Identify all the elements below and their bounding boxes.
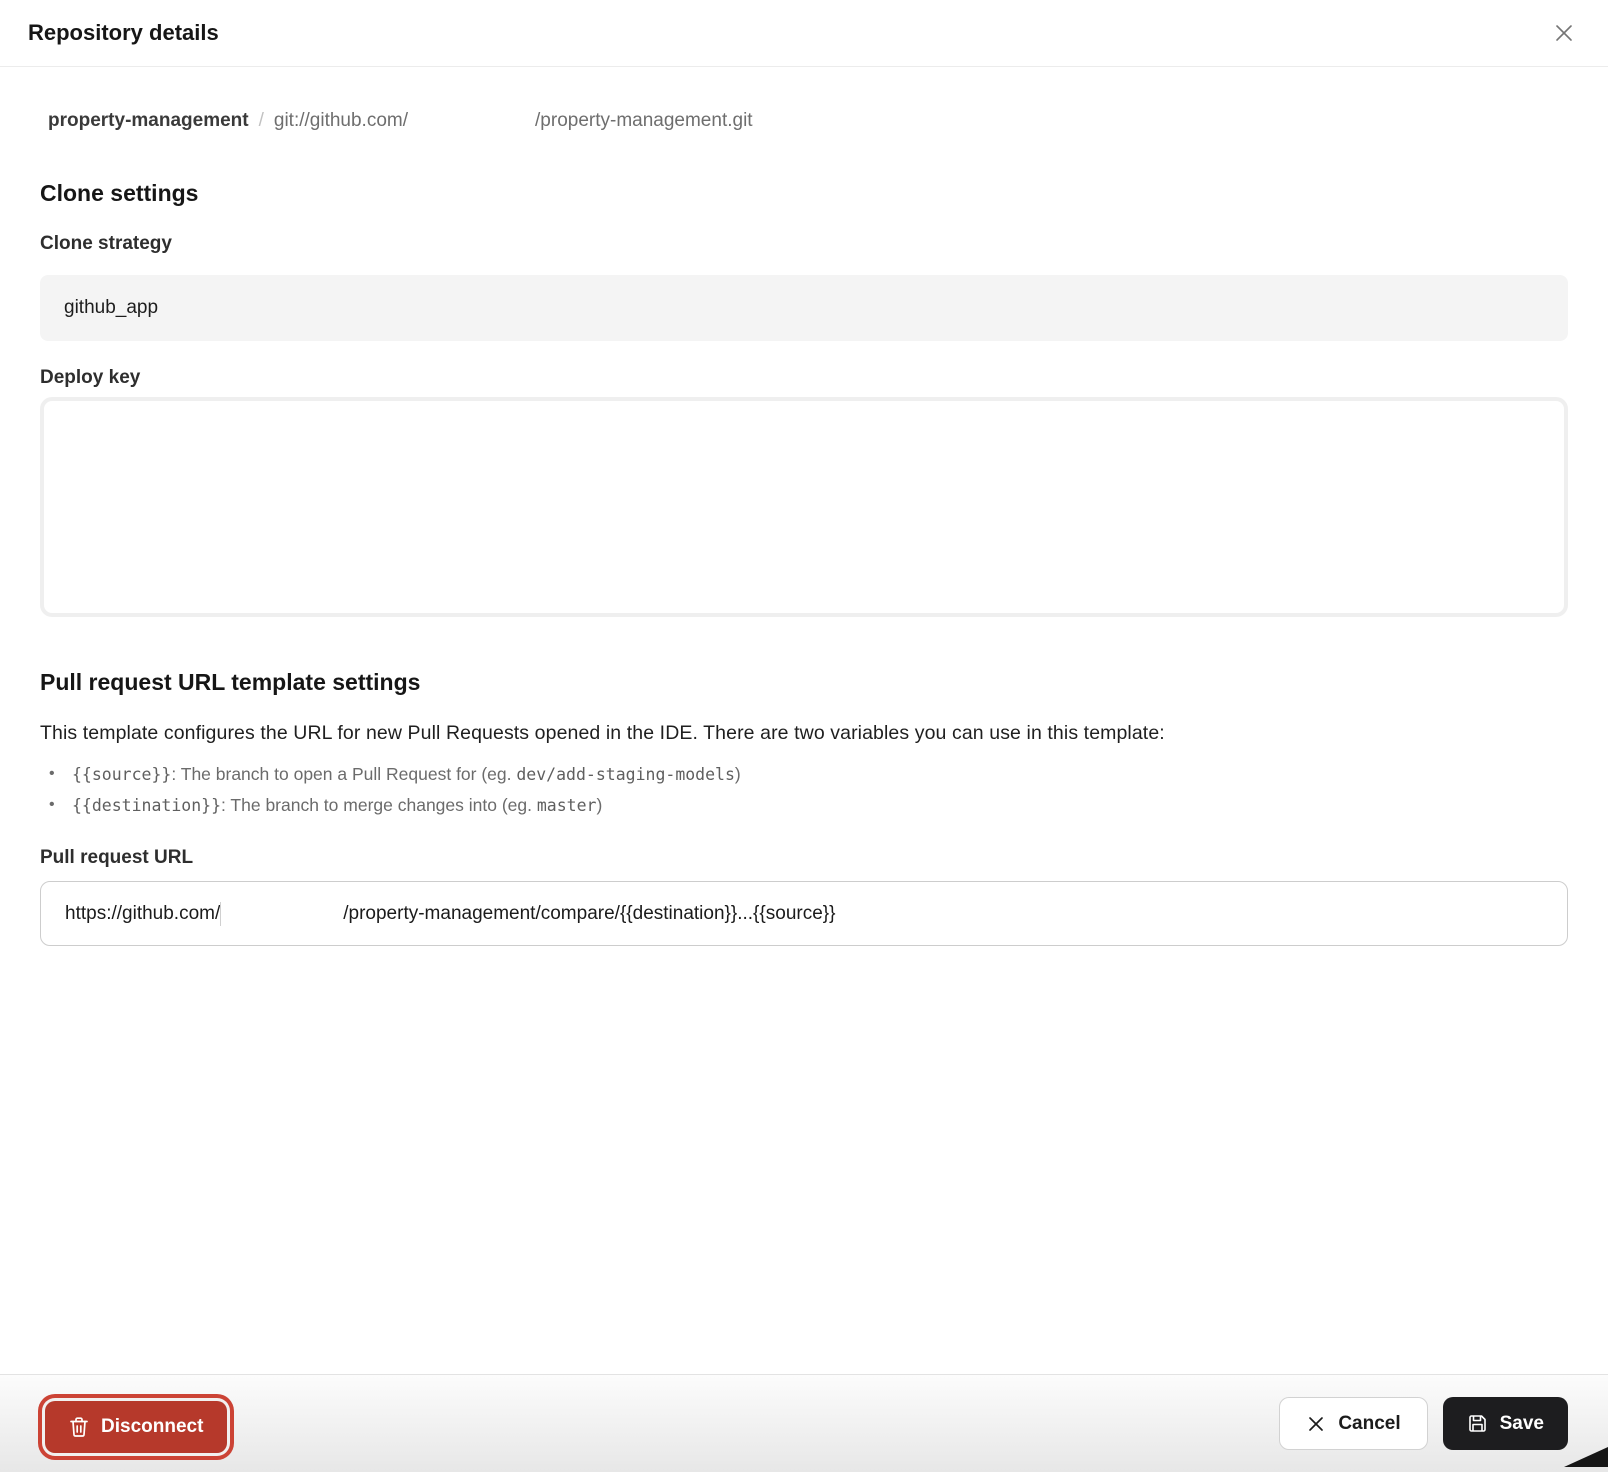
trash-icon — [69, 1416, 89, 1438]
variable-text: : The branch to open a Pull Request for … — [171, 764, 516, 784]
page-title: Repository details — [28, 20, 219, 46]
cancel-button[interactable]: Cancel — [1279, 1397, 1427, 1450]
url-value-suffix: /property-management/compare/{{destinati… — [343, 903, 835, 925]
repo-url-prefix: git://github.com/ — [274, 110, 408, 132]
variable-text: : The branch to merge changes into (eg. — [221, 795, 537, 815]
breadcrumb: property-management / git://github.com/ … — [40, 107, 1568, 132]
list-item: {{source}}: The branch to open a Pull Re… — [40, 759, 1568, 790]
variable-code: {{source}} — [72, 765, 171, 784]
pr-template-heading: Pull request URL template settings — [40, 669, 1568, 696]
disconnect-button[interactable]: Disconnect — [45, 1401, 227, 1453]
url-value-prefix: https://github.com/ — [65, 903, 220, 925]
redacted-org-name — [221, 904, 343, 923]
save-button[interactable]: Save — [1443, 1397, 1568, 1450]
pr-template-variables-list: {{source}}: The branch to open a Pull Re… — [40, 759, 1568, 821]
variable-code: {{destination}} — [72, 796, 221, 815]
breadcrumb-separator: / — [249, 110, 274, 132]
cancel-x-icon — [1306, 1414, 1326, 1434]
disconnect-label: Disconnect — [101, 1416, 203, 1438]
variable-text-end: ) — [596, 795, 602, 815]
dialog-header: Repository details — [0, 0, 1608, 67]
cancel-label: Cancel — [1338, 1413, 1400, 1435]
clone-strategy-field: github_app — [40, 275, 1568, 341]
repo-name: property-management — [48, 110, 249, 132]
repository-details-dialog: Repository details property-management /… — [0, 0, 1608, 946]
save-label: Save — [1500, 1413, 1544, 1435]
variable-example-code: master — [537, 796, 597, 815]
clone-strategy-label: Clone strategy — [40, 233, 1568, 255]
pull-request-url-input[interactable]: https://github.com/ /property-management/… — [40, 881, 1568, 946]
pull-request-url-label: Pull request URL — [40, 847, 1568, 869]
list-item: {{destination}}: The branch to merge cha… — [40, 790, 1568, 821]
clone-settings-heading: Clone settings — [40, 180, 1568, 207]
save-floppy-icon — [1467, 1413, 1488, 1434]
variable-text-end: ) — [735, 764, 741, 784]
variable-example-code: dev/add-staging-models — [516, 765, 735, 784]
deploy-key-label: Deploy key — [40, 367, 1568, 389]
clone-strategy-value: github_app — [64, 297, 158, 319]
pr-template-description: This template configures the URL for new… — [40, 722, 1568, 745]
close-button[interactable] — [1548, 17, 1580, 49]
close-icon — [1552, 21, 1576, 45]
redacted-org-name — [408, 107, 535, 126]
dialog-body: property-management / git://github.com/ … — [0, 107, 1608, 946]
dialog-footer: Disconnect Cancel Save — [0, 1374, 1608, 1472]
repo-url-suffix: /property-management.git — [535, 110, 753, 132]
deploy-key-textarea[interactable] — [40, 397, 1568, 617]
